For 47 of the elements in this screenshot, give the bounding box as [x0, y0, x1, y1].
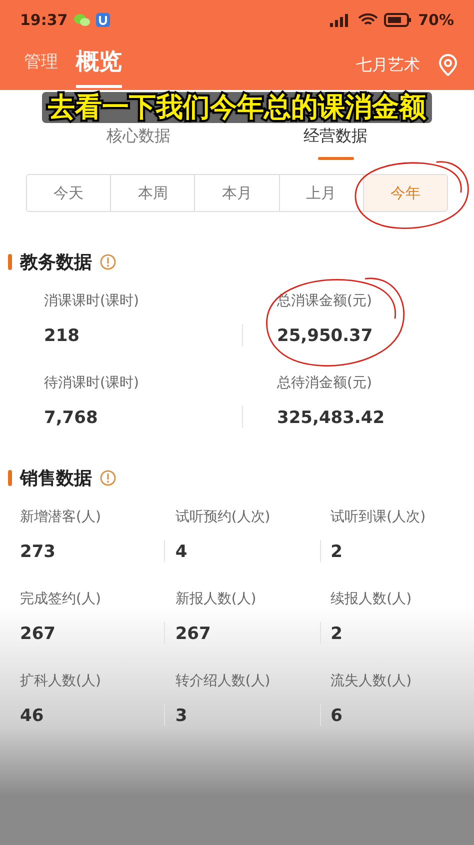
video-caption: 去看一下我们今年总的课消金额	[42, 92, 432, 123]
metric-value: 25,950.37	[277, 326, 374, 346]
location-pin-icon[interactable]	[438, 54, 458, 76]
info-icon[interactable]	[100, 254, 116, 270]
section-title: 教务数据	[20, 251, 92, 274]
battery-icon	[384, 13, 412, 27]
metric-label: 扩科人数(人)	[20, 672, 102, 690]
battery-level: 70%	[418, 11, 454, 29]
metric-label: 新增潜客(人)	[20, 508, 102, 526]
chat-app-icon	[74, 13, 90, 27]
period-tab[interactable]: 本月	[195, 175, 279, 211]
info-icon[interactable]	[100, 470, 116, 486]
metric-label: 消课课时(课时)	[44, 292, 140, 310]
data-tab[interactable]: 经营数据	[304, 126, 368, 160]
status-time: 19:37	[20, 11, 68, 29]
metric-value: 218	[44, 326, 80, 346]
metric-label: 试听到课(人次)	[330, 508, 427, 526]
metric-value: 267	[20, 624, 56, 644]
metric-value: 325,483.42	[277, 408, 386, 428]
wifi-icon	[358, 13, 378, 27]
period-tab[interactable]: 今年	[364, 175, 448, 211]
organization-name[interactable]: 七月艺术	[356, 54, 420, 76]
period-tab[interactable]: 今天	[27, 175, 110, 211]
metric-label: 试听预约(人次)	[175, 508, 272, 526]
period-tab[interactable]: 上月	[280, 175, 363, 211]
metric-value: 273	[20, 542, 56, 562]
metric-value: 2	[330, 542, 344, 562]
section-title: 销售数据	[20, 467, 92, 490]
metric-label: 总消课金额(元)	[277, 292, 373, 310]
metric-value: 267	[175, 624, 212, 644]
metric-value: 7,768	[44, 408, 99, 428]
metric-value: 6	[330, 706, 344, 726]
metric-value: 46	[20, 706, 45, 726]
header-tab[interactable]: 概览	[76, 42, 122, 88]
metric-label: 新报人数(人)	[175, 590, 258, 608]
metric-value: 4	[175, 542, 188, 562]
metric-label: 流失人数(人)	[330, 672, 413, 690]
metric-label: 总待消金额(元)	[277, 374, 373, 392]
metric-value: 3	[175, 706, 188, 726]
metric-label: 完成签约(人)	[20, 590, 102, 608]
period-tab[interactable]: 本周	[111, 175, 194, 211]
data-tab[interactable]: 核心数据	[106, 126, 170, 160]
header-tab[interactable]: 管理	[24, 46, 58, 84]
metric-label: 待消课时(课时)	[44, 374, 140, 392]
metric-label: 续报人数(人)	[330, 590, 413, 608]
metric-value: 2	[330, 624, 344, 644]
metric-label: 转介绍人数(人)	[175, 672, 272, 690]
